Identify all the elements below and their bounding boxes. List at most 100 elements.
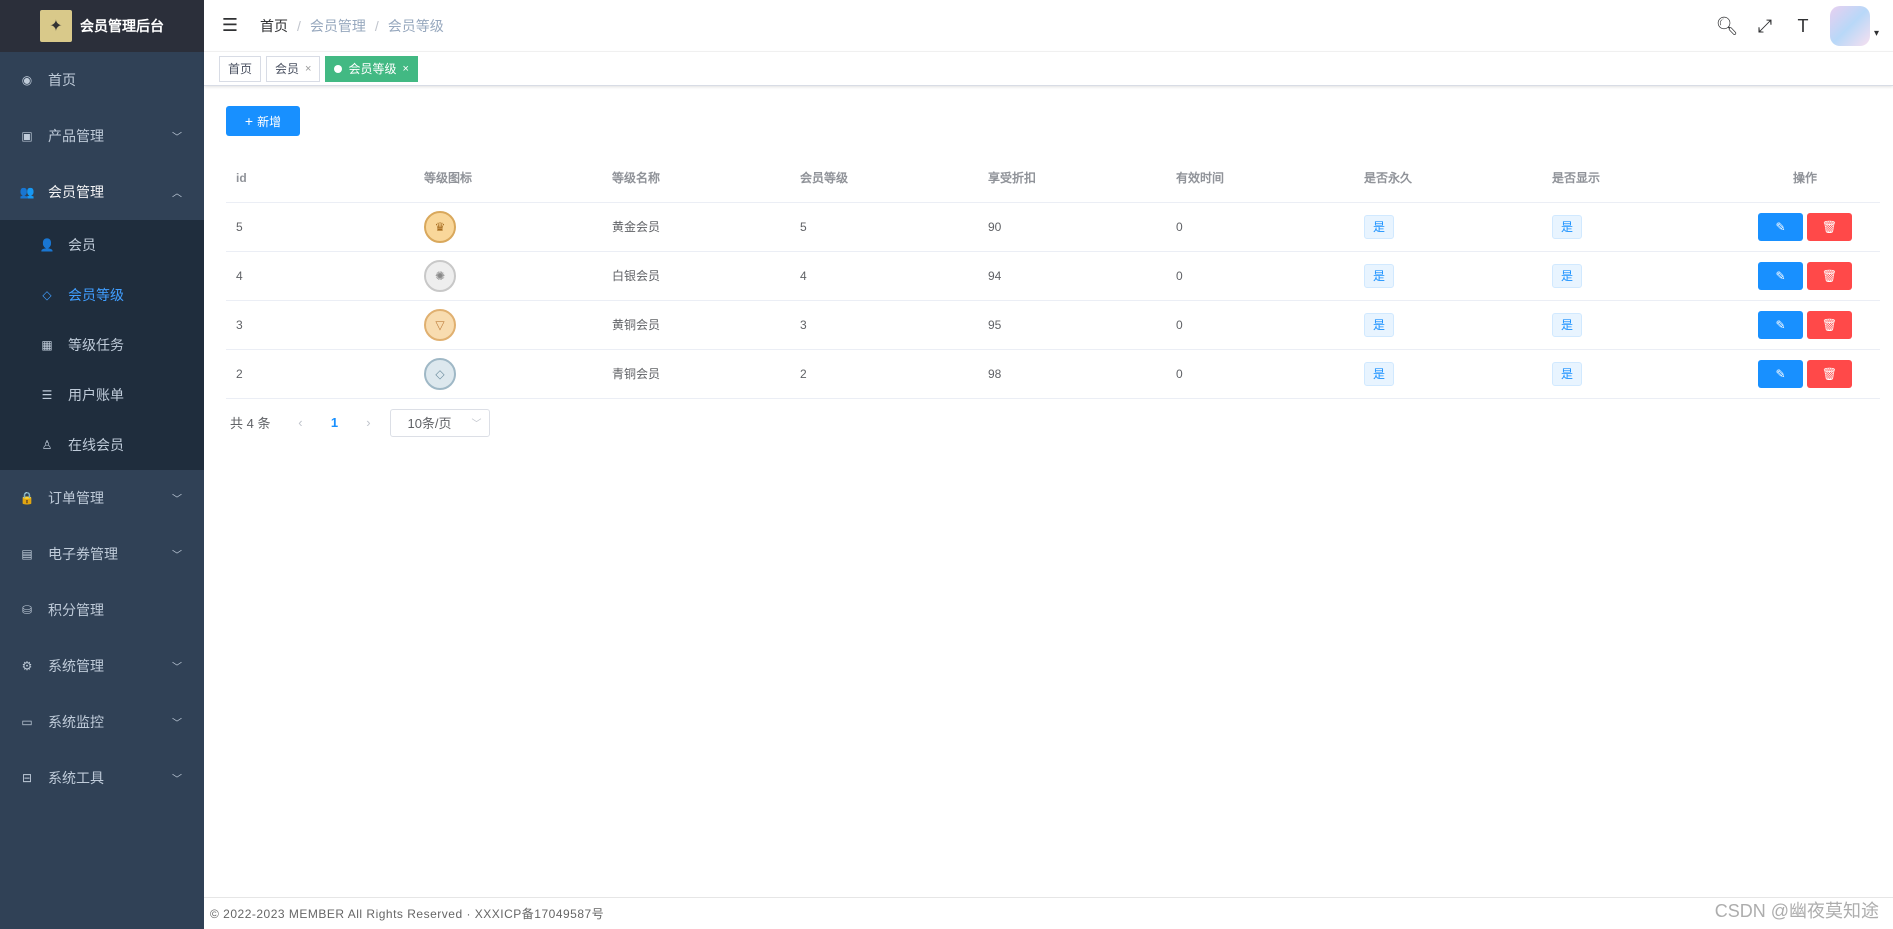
cell-level: 3 — [790, 300, 978, 350]
cell-valid: 0 — [1166, 251, 1354, 301]
sidebar-item-label: 积分管理 — [48, 602, 104, 618]
product-icon: ▣ — [21, 129, 33, 143]
sidebar-item-points[interactable]: ⛁ 积分管理 — [0, 582, 204, 638]
edit-button[interactable]: ✎ — [1758, 310, 1803, 339]
sidebar-item-label: 系统监控 — [48, 714, 104, 730]
sidebar-item-home[interactable]: ◉ 首页 — [0, 52, 204, 108]
permanent-badge: 是 — [1364, 214, 1394, 239]
footer: © 2022-2023 MEMBER All Rights Reserved ·… — [204, 897, 1893, 929]
edit-icon: ✎ — [1775, 317, 1786, 332]
user-icon: 👤 — [39, 238, 55, 252]
footer-text: © 2022-2023 MEMBER All Rights Reserved ·… — [210, 907, 605, 921]
edit-button[interactable]: ✎ — [1758, 212, 1803, 241]
page-number-current[interactable]: 1 — [312, 415, 356, 430]
cell-level: 5 — [790, 202, 978, 252]
breadcrumb-home[interactable]: 首页 — [260, 16, 288, 36]
sidebar-subitem-label: 会员 — [68, 237, 96, 253]
permanent-badge: 是 — [1364, 263, 1394, 288]
cell-actions: ✎ 🗑 — [1730, 251, 1880, 301]
sidebar-subitem-user-bill[interactable]: ☰ 用户账单 — [0, 370, 204, 420]
lock-icon: 🔒 — [19, 491, 35, 505]
delete-button[interactable]: 🗑 — [1807, 212, 1852, 241]
cell-discount: 94 — [978, 251, 1166, 301]
delete-button[interactable]: 🗑 — [1807, 359, 1852, 388]
cell-show: 是 — [1542, 202, 1730, 252]
dashboard-icon: ◉ — [21, 73, 33, 87]
bronze-medal-icon: ▽ — [424, 308, 456, 341]
cell-show: 是 — [1542, 251, 1730, 301]
sidebar-subitem-level-task[interactable]: ▦ 等级任务 — [0, 320, 204, 370]
sidebar-item-label: 首页 — [48, 72, 76, 88]
sidebar-item-tools[interactable]: ⊟ 系统工具 ﹀ — [0, 750, 204, 806]
add-button[interactable]: + 新增 — [226, 106, 300, 136]
caret-down-icon[interactable]: ▾ — [1874, 28, 1879, 39]
avatar[interactable] — [1829, 6, 1870, 46]
prev-page-icon[interactable]: ‹ — [288, 415, 312, 430]
edit-button[interactable]: ✎ — [1758, 261, 1803, 290]
breadcrumb-member: 会员管理 — [309, 17, 366, 34]
next-page-icon[interactable]: › — [356, 415, 380, 430]
permanent-badge: 是 — [1364, 312, 1394, 337]
cell-id: 3 — [226, 300, 414, 350]
close-icon[interactable]: × — [402, 63, 408, 75]
cell-name: 黄金会员 — [602, 202, 790, 252]
app-root: ✦ 会员管理后台 ◉ 首页 ▣ 产品管理 ﹀ 👥 会员管理 ︿ 👤 会员 ◇ 会… — [0, 0, 1893, 929]
search-icon[interactable]: 🔍︎ — [1708, 0, 1746, 52]
task-icon: ▦ — [41, 338, 53, 352]
cell-discount: 98 — [978, 349, 1166, 399]
cell-actions: ✎ 🗑 — [1730, 300, 1880, 350]
delete-button[interactable]: 🗑 — [1807, 261, 1852, 290]
logo[interactable]: ✦ 会员管理后台 — [0, 0, 204, 52]
bronze-green-medal-icon: ◇ — [424, 357, 456, 390]
watermark: CSDN @幽夜莫知途 — [1714, 901, 1879, 921]
cell-id: 5 — [226, 202, 414, 252]
logo-title: 会员管理后台 — [80, 18, 164, 34]
cell-permanent: 是 — [1354, 300, 1542, 350]
sidebar-item-product[interactable]: ▣ 产品管理 ﹀ — [0, 108, 204, 164]
delete-button[interactable]: 🗑 — [1807, 310, 1852, 339]
sidebar-item-member[interactable]: 👥 会员管理 ︿ — [0, 164, 204, 220]
cell-level: 4 — [790, 251, 978, 301]
trash-icon: 🗑 — [1821, 366, 1838, 381]
points-icon: ⛁ — [21, 603, 33, 617]
tags-view: 首页 会员 × 会员等级 × — [204, 52, 1893, 86]
sidebar-subitem-label: 会员等级 — [68, 287, 124, 303]
cell-valid: 0 — [1166, 349, 1354, 399]
hamburger-icon[interactable]: ☰ — [220, 15, 240, 36]
col-actions: 操作 — [1730, 154, 1880, 203]
page-size-select[interactable]: 10条/页 ﹀ — [390, 408, 491, 437]
table-row: 5 ♛ 黄金会员 5 90 0 是 是 ✎ 🗑 — [226, 202, 1880, 252]
tag-home[interactable]: 首页 — [219, 55, 262, 82]
cell-name: 青铜会员 — [602, 349, 790, 399]
sidebar-item-monitor[interactable]: ▭ 系统监控 ﹀ — [0, 694, 204, 750]
sidebar-item-coupon[interactable]: ▤ 电子券管理 ﹀ — [0, 526, 204, 582]
sidebar-item-order[interactable]: 🔒 订单管理 ﹀ — [0, 470, 204, 526]
edit-button[interactable]: ✎ — [1758, 359, 1803, 388]
tag-label: 会员等级 — [348, 62, 397, 76]
cell-actions: ✎ 🗑 — [1730, 202, 1880, 252]
tag-member-level[interactable]: 会员等级 × — [325, 55, 418, 82]
col-valid: 有效时间 — [1166, 154, 1354, 203]
sidebar-subitem-member[interactable]: 👤 会员 — [0, 220, 204, 270]
page-size-value: 10条/页 — [407, 416, 452, 431]
sidebar-subitem-label: 用户账单 — [68, 387, 124, 403]
close-icon[interactable]: × — [305, 63, 311, 75]
font-size-icon[interactable]: T — [1784, 0, 1822, 52]
chevron-down-icon: ﹀ — [172, 132, 182, 144]
cell-discount: 95 — [978, 300, 1166, 350]
sidebar-item-label: 会员管理 — [48, 184, 104, 200]
col-id: id — [226, 154, 414, 203]
col-show: 是否显示 — [1542, 154, 1730, 203]
sidebar-item-label: 产品管理 — [48, 128, 104, 144]
sidebar-item-label: 系统管理 — [48, 658, 104, 674]
sidebar-subitem-online-member[interactable]: ♙ 在线会员 — [0, 420, 204, 470]
fullscreen-icon[interactable]: ⤢ — [1746, 0, 1784, 52]
sidebar: ✦ 会员管理后台 ◉ 首页 ▣ 产品管理 ﹀ 👥 会员管理 ︿ 👤 会员 ◇ 会… — [0, 0, 204, 929]
sidebar-subitem-member-level[interactable]: ◇ 会员等级 — [0, 270, 204, 320]
cell-icon: ✺ — [414, 251, 602, 301]
sidebar-item-label: 系统工具 — [48, 770, 104, 786]
tag-member[interactable]: 会员 × — [266, 55, 321, 82]
cell-id: 2 — [226, 349, 414, 399]
sidebar-item-system[interactable]: ⚙ 系统管理 ﹀ — [0, 638, 204, 694]
show-badge: 是 — [1552, 361, 1582, 386]
